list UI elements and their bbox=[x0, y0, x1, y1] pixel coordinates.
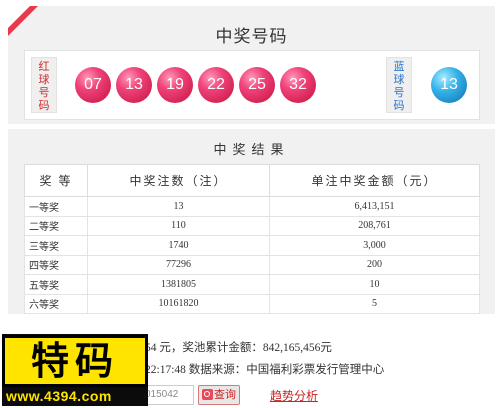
red-ball: 25 bbox=[239, 67, 275, 103]
winner-count: 1381805 bbox=[87, 274, 270, 295]
balls-panel: 红球号码 07 13 19 22 25 32 蓝球号码 13 bbox=[24, 50, 480, 120]
column-header-count: 中奖注数（注） bbox=[87, 164, 270, 197]
table-row: 二等奖 110 208,761 bbox=[24, 215, 480, 236]
search-icon bbox=[202, 389, 213, 400]
prize-amount: 3,000 bbox=[269, 235, 480, 256]
prize-level: 一等奖 bbox=[24, 196, 88, 217]
red-ball: 32 bbox=[280, 67, 316, 103]
winner-count: 1740 bbox=[87, 235, 270, 256]
red-ball-label-text: 红球号码 bbox=[38, 60, 50, 112]
winning-numbers-card: 中奖号码 红球号码 07 13 19 22 25 32 蓝球号码 13 bbox=[8, 6, 495, 124]
winner-count: 77296 bbox=[87, 254, 270, 275]
watermark-logo: 特码 www.4394.com bbox=[2, 334, 148, 406]
blue-ball: 13 bbox=[431, 67, 467, 103]
table-row: 一等奖 13 6,413,151 bbox=[24, 196, 480, 217]
prize-table: 奖 等 中奖注数（注） 单注中奖金额（元） 一等奖 13 6,413,151 二… bbox=[24, 164, 480, 314]
prize-amount: 10 bbox=[269, 274, 480, 295]
prize-level: 三等奖 bbox=[24, 235, 88, 256]
jackpot-info: 54 元，奖池累计金额：842,165,456元 bbox=[145, 342, 332, 354]
winner-count: 110 bbox=[87, 215, 270, 236]
query-button-label: 查询 bbox=[214, 388, 236, 401]
column-header-amount: 单注中奖金额（元） bbox=[269, 164, 480, 197]
prize-level: 二等奖 bbox=[24, 215, 88, 236]
prize-amount: 208,761 bbox=[269, 215, 480, 236]
table-row: 四等奖 77296 200 bbox=[24, 254, 480, 275]
prize-amount: 200 bbox=[269, 254, 480, 275]
watermark-url: www.4394.com bbox=[6, 388, 112, 404]
prize-level: 六等奖 bbox=[24, 293, 88, 314]
red-ball: 22 bbox=[198, 67, 234, 103]
prize-results-card: 中奖结果 奖 等 中奖注数（注） 单注中奖金额（元） 一等奖 13 6,413,… bbox=[8, 129, 495, 314]
prize-amount: 5 bbox=[269, 293, 480, 314]
query-button[interactable]: 查询 bbox=[198, 385, 240, 405]
watermark-text: 特码 bbox=[2, 335, 148, 387]
prize-level: 五等奖 bbox=[24, 274, 88, 295]
prize-amount: 6,413,151 bbox=[269, 196, 480, 217]
red-ball: 19 bbox=[157, 67, 193, 103]
winner-count: 13 bbox=[87, 196, 270, 217]
table-row: 五等奖 1381805 10 bbox=[24, 274, 480, 295]
table-row: 六等奖 10161820 5 bbox=[24, 293, 480, 314]
winning-numbers-title: 中奖号码 bbox=[215, 27, 288, 47]
red-ball-label: 红球号码 bbox=[31, 57, 57, 113]
winner-count: 10161820 bbox=[87, 293, 270, 314]
source-info: 22:17:48 数据来源：中国福利彩票发行管理中心 bbox=[145, 364, 385, 376]
prize-level: 四等奖 bbox=[24, 254, 88, 275]
table-row: 三等奖 1740 3,000 bbox=[24, 235, 480, 256]
red-ball: 13 bbox=[116, 67, 152, 103]
prize-results-title: 中奖结果 bbox=[213, 143, 290, 158]
blue-ball-label-text: 蓝球号码 bbox=[393, 60, 405, 112]
column-header-level: 奖 等 bbox=[24, 164, 88, 197]
red-ball: 07 bbox=[75, 67, 111, 103]
blue-ball-label: 蓝球号码 bbox=[386, 57, 412, 113]
trend-analysis-link[interactable]: 趋势分析 bbox=[270, 387, 318, 404]
table-header-row: 奖 等 中奖注数（注） 单注中奖金额（元） bbox=[24, 164, 480, 197]
